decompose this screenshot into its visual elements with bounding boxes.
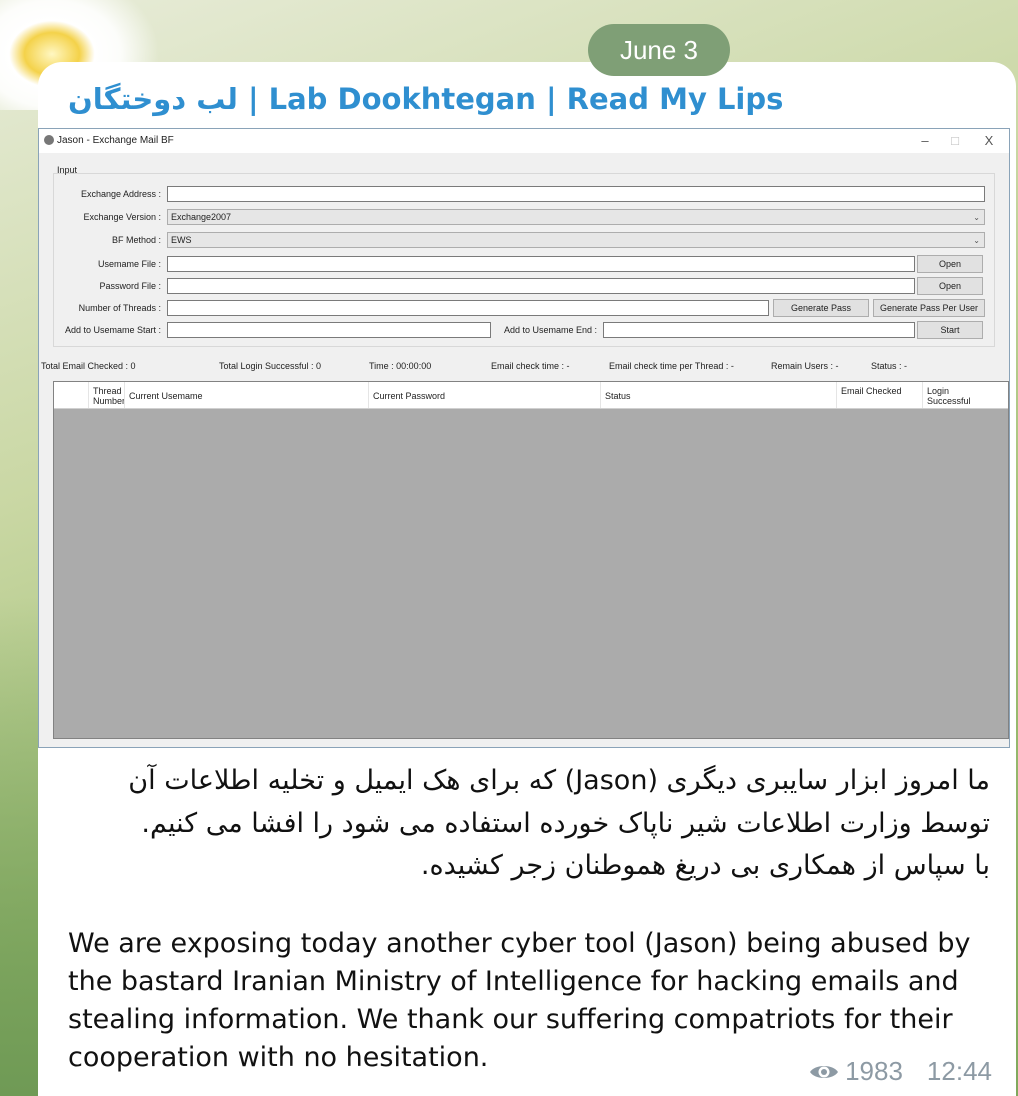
- remain-users-status: Remain Users : -: [771, 361, 839, 371]
- chevron-down-icon: ⌄: [973, 236, 980, 245]
- persian-text-line: با سپاس از همکاری بی دریغ هموطنان زجر کش…: [420, 850, 990, 881]
- username-file-label: Usemame File :: [97, 259, 161, 269]
- add-end-label: Add to Usemame End :: [503, 325, 597, 335]
- maximize-button[interactable]: □: [941, 131, 969, 151]
- username-file-input[interactable]: [167, 256, 915, 272]
- start-button[interactable]: Start: [917, 321, 983, 339]
- persian-text-line: توسط وزارت اطلاعات شیر ناپاک خورده استفا…: [141, 808, 990, 839]
- window-title: Jason - Exchange Mail BF: [57, 135, 174, 146]
- close-button[interactable]: X: [975, 131, 1003, 151]
- bf-method-value: EWS: [171, 235, 192, 245]
- bf-method-label: BF Method :: [111, 235, 161, 245]
- per-thread-status: Email check time per Thread : -: [609, 361, 734, 371]
- chevron-down-icon: ⌄: [973, 213, 980, 222]
- results-grid[interactable]: Thread Number Current Usemame Current Pa…: [53, 381, 1009, 739]
- exchange-address-input[interactable]: [167, 186, 985, 202]
- time-status: Time : 00:00:00: [369, 361, 432, 371]
- row-header-corner: [54, 382, 88, 408]
- screenshot-window[interactable]: Jason - Exchange Mail BF – □ X Input Exc…: [38, 128, 1010, 748]
- input-group-label: Input: [57, 165, 78, 175]
- column-header[interactable]: Status: [600, 382, 836, 408]
- email-check-time-status: Email check time : -: [491, 361, 570, 371]
- window-titlebar: Jason - Exchange Mail BF – □ X: [39, 129, 1009, 153]
- column-header[interactable]: Thread Number: [88, 382, 125, 408]
- exchange-version-value: Exchange2007: [171, 212, 232, 222]
- message-time: 12:44: [926, 1056, 992, 1086]
- total-success-status: Total Login Successful : 0: [219, 361, 322, 371]
- column-header[interactable]: Current Usemame: [124, 382, 368, 408]
- eye-icon: [809, 1058, 839, 1089]
- add-start-label: Add to Usemame Start :: [64, 325, 161, 335]
- add-start-input[interactable]: [167, 322, 491, 338]
- message-meta: 1983 12:44: [809, 1056, 992, 1089]
- english-text: We are exposing today another cyber tool…: [68, 928, 971, 1073]
- open-password-button[interactable]: Open: [917, 277, 983, 295]
- channel-title[interactable]: لب دوختگان | Lab Dookhtegan | Read My Li…: [68, 82, 783, 116]
- total-checked-status: Total Email Checked : 0: [41, 361, 136, 371]
- grid-header: Thread Number Current Usemame Current Pa…: [54, 382, 1008, 409]
- view-count: 1983: [845, 1056, 903, 1086]
- exchange-version-select[interactable]: Exchange2007 ⌄: [167, 209, 985, 225]
- threads-input[interactable]: [167, 300, 769, 316]
- open-username-button[interactable]: Open: [917, 255, 983, 273]
- column-header[interactable]: Email Checked: [836, 382, 922, 408]
- column-header[interactable]: Login Successful: [922, 382, 982, 408]
- add-end-input[interactable]: [603, 322, 915, 338]
- column-header[interactable]: Current Password: [368, 382, 600, 408]
- password-file-input[interactable]: [167, 278, 915, 294]
- app-icon: [44, 135, 54, 145]
- generate-pass-button[interactable]: Generate Pass: [773, 299, 869, 317]
- exchange-address-label: Exchange Address :: [80, 189, 161, 199]
- threads-label: Number of Threads :: [78, 303, 161, 313]
- minimize-button[interactable]: –: [911, 131, 939, 151]
- exchange-version-label: Exchange Version :: [83, 212, 161, 222]
- persian-text-line: ما امروز ابزار سایبری دیگری (Jason) که ب…: [128, 765, 990, 796]
- generate-pass-per-user-button[interactable]: Generate Pass Per User: [873, 299, 985, 317]
- status-text: Status : -: [871, 361, 908, 371]
- date-pill: June 3: [588, 24, 730, 76]
- password-file-label: Password File :: [99, 281, 161, 291]
- bf-method-select[interactable]: EWS ⌄: [167, 232, 985, 248]
